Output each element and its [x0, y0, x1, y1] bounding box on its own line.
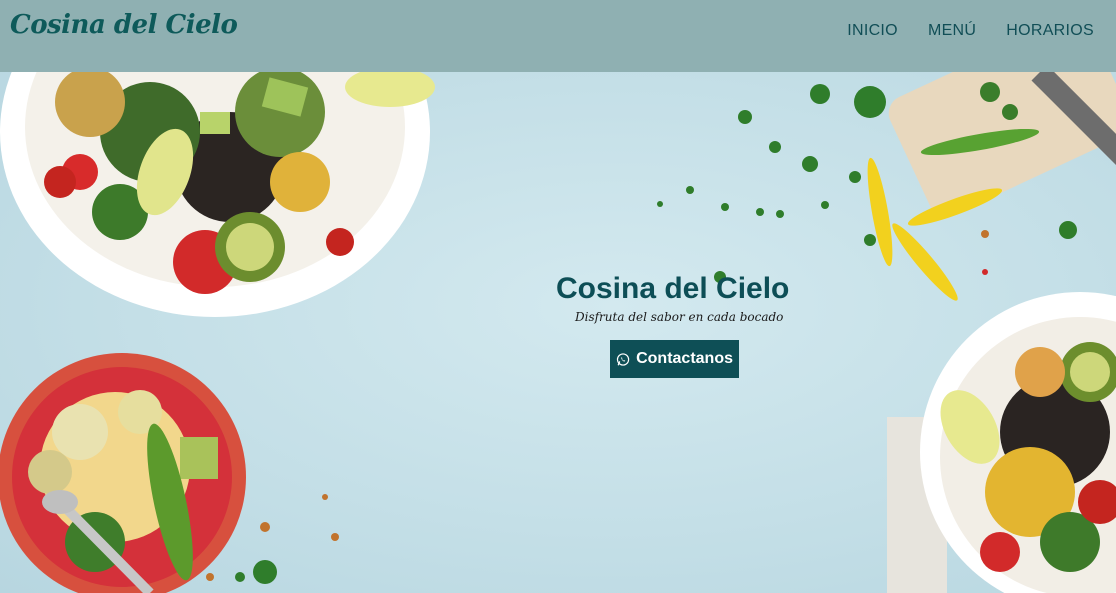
navbar: Cosina del Cielo INICIO MENÚ HORARIOS — [0, 0, 1116, 72]
whatsapp-icon — [616, 352, 630, 366]
salad-bowl-bottom-left — [0, 353, 246, 593]
page: Cosina del Cielo INICIO MENÚ HORARIOS Co… — [0, 0, 1116, 593]
nav-link-horarios[interactable]: HORARIOS — [1006, 22, 1094, 40]
hero-section: Cosina del Cielo Disfruta del sabor en c… — [0, 72, 1116, 593]
contact-button-label: Contactanos — [636, 350, 733, 367]
nav-menu: INICIO MENÚ HORARIOS — [847, 22, 1094, 40]
hero-background-image — [0, 72, 1116, 593]
hero-subtitle: Disfruta del sabor en cada bocado — [575, 310, 784, 324]
salad-plate-right — [887, 292, 1116, 593]
nav-link-inicio[interactable]: INICIO — [847, 22, 898, 40]
nav-link-menu[interactable]: MENÚ — [928, 22, 976, 40]
brand-logo[interactable]: Cosina del Cielo — [10, 10, 238, 40]
hero-title-container: Cosina del Cielo — [556, 269, 796, 306]
cutting-board-top-right — [888, 72, 1116, 217]
salad-plate-top-left — [0, 72, 435, 317]
hero-title: Cosina del Cielo — [556, 272, 790, 305]
contact-button[interactable]: Contactanos — [610, 340, 739, 378]
